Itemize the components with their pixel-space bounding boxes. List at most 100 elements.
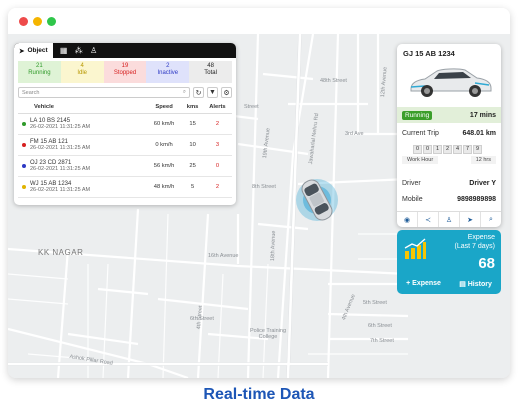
zoom-search-icon[interactable]: ⌕ <box>481 212 501 227</box>
trip-label: Current Trip <box>402 130 439 137</box>
expense-period: (Last 7 days) <box>454 242 495 250</box>
stat-running[interactable]: 21 Running <box>18 61 61 83</box>
expense-title: Expense <box>467 234 495 241</box>
bar-chart-icon <box>404 238 426 259</box>
map-label: 8th Street <box>252 184 276 190</box>
vehicle-detail-card: GJ 15 AB 1234 Running 17 mins Current Tr… <box>397 44 501 227</box>
expense-value: 68 <box>478 255 495 272</box>
kms-cell: 5 <box>182 176 203 198</box>
odometer-digit: 9 <box>473 145 482 154</box>
stat-count: 4 <box>80 63 84 69</box>
minimize-window-dot[interactable] <box>33 17 42 26</box>
alerts-cell: 2 <box>202 176 232 198</box>
search-toolbar: Search ⌕ ↻ ▼ ⚙ <box>18 87 232 98</box>
column-header-speed[interactable]: Speed <box>145 102 183 114</box>
panel-tabs: ➤ Object ▦ ⁂ ♙ <box>14 43 236 58</box>
navigate-arrow-icon[interactable]: ➤ <box>460 212 481 227</box>
maximize-window-dot[interactable] <box>47 17 56 26</box>
odometer-digit: 0 <box>413 145 422 154</box>
vehicle-table: Vehicle Speed kms Alerts LA 10 BS 2145 26… <box>18 102 232 198</box>
table-row[interactable]: FM 15 AB 121 26-02-2021 11:31:25 AM 0 km/… <box>18 134 232 156</box>
stat-count: 2 <box>166 63 170 69</box>
map-label: 16th Avenue <box>208 253 239 259</box>
mobile-label: Mobile <box>402 196 423 203</box>
map-label: 48th Street <box>320 78 347 84</box>
driver-label: Driver <box>402 180 421 187</box>
expense-label: Expense (Last 7 days) <box>455 234 495 252</box>
history-button[interactable]: ▤ History <box>459 280 492 288</box>
map-label: 5th Street <box>363 300 387 306</box>
stat-label: Idle <box>77 70 88 77</box>
map-label: KK NAGAR <box>38 248 84 257</box>
tab-object[interactable]: ➤ Object <box>14 43 53 58</box>
vehicle-cell: OJ 23 CD 2871 26-02-2021 11:31:25 AM <box>18 155 146 177</box>
stat-count: 19 <box>121 63 129 69</box>
driver-person-icon[interactable]: ♙ <box>439 212 460 227</box>
table-row[interactable]: WJ 15 AB 1234 26-02-2021 11:31:25 AM 48 k… <box>18 176 232 198</box>
kms-cell: 10 <box>182 134 203 156</box>
vehicle-plate-title: GJ 15 AB 1234 <box>403 49 455 58</box>
odometer: 0 0 1 2 4 7 9 <box>413 145 482 154</box>
filter-icon[interactable]: ▼ <box>207 87 218 98</box>
driver-row: Driver Driver Y <box>402 180 496 187</box>
column-header-vehicle[interactable]: Vehicle <box>18 102 146 114</box>
speed-cell: 48 km/h <box>145 176 183 198</box>
document-icon: ▤ <box>459 280 468 288</box>
alerts-cell: 2 <box>202 113 232 135</box>
person-icon[interactable]: ♙ <box>90 46 98 55</box>
share-icon[interactable]: ≺ <box>418 212 439 227</box>
odometer-digit: 2 <box>443 145 452 154</box>
expense-actions: + Expense ▤ History <box>397 277 501 290</box>
table-row[interactable]: LA 10 BS 2145 26-02-2021 11:31:25 AM 60 k… <box>18 113 232 135</box>
add-expense-button[interactable]: + Expense <box>406 280 441 287</box>
status-summary: 21 Running 4 Idle 19 Stopped 2 Inactive … <box>18 61 232 83</box>
table-header: Vehicle Speed kms Alerts <box>18 102 232 114</box>
status-duration: 17 mins <box>469 111 496 119</box>
map-label: 3rd Ave <box>345 131 364 137</box>
status-badge: Running <box>402 110 433 120</box>
view-eye-icon[interactable]: ◉ <box>397 212 418 227</box>
vehicle-datetime: 26-02-2021 11:31:25 AM <box>30 144 91 151</box>
car-image-icon <box>410 68 492 97</box>
caption: Real-time Data <box>203 386 315 403</box>
column-header-alerts[interactable]: Alerts <box>202 102 232 114</box>
vehicle-datetime: 26-02-2021 11:31:25 AM <box>30 123 91 130</box>
grid-icon[interactable]: ⁂ <box>75 46 83 55</box>
speed-cell: 56 km/h <box>145 155 183 177</box>
building-icon[interactable]: ▦ <box>60 46 68 55</box>
kms-cell: 25 <box>182 155 203 177</box>
stat-label: Running <box>28 70 51 77</box>
search-input[interactable]: Search ⌕ <box>18 87 190 98</box>
stat-idle[interactable]: 4 Idle <box>60 61 104 83</box>
stat-total[interactable]: 48 Total <box>189 61 232 83</box>
map-label: Street <box>244 104 259 110</box>
add-expense-label: Expense <box>412 280 441 287</box>
object-panel: ➤ Object ▦ ⁂ ♙ 21 Running 4 Idle 19 Stop… <box>14 43 236 205</box>
odometer-digit: 1 <box>433 145 442 154</box>
alerts-cell: 3 <box>202 134 232 156</box>
map-label: Police Training College <box>249 328 287 340</box>
map-label: 7th Street <box>370 338 394 344</box>
vehicle-cell: FM 15 AB 121 26-02-2021 11:31:25 AM <box>18 134 146 156</box>
stat-stopped[interactable]: 19 Stopped <box>103 61 147 83</box>
vehicle-datetime: 26-02-2021 11:31:25 AM <box>30 165 91 172</box>
close-window-dot[interactable] <box>19 17 28 26</box>
card-actions: ◉ ≺ ♙ ➤ ⌕ <box>397 211 501 227</box>
status-bar: Running 17 mins <box>397 107 501 123</box>
current-trip-row: Current Trip 648.01 km <box>402 130 496 137</box>
status-dot <box>22 121 26 126</box>
vehicle-datetime: 26-02-2021 11:31:25 AM <box>30 186 91 193</box>
navigation-arrow-icon: ➤ <box>19 47 25 55</box>
stat-inactive[interactable]: 2 Inactive <box>146 61 190 83</box>
table-row[interactable]: OJ 23 CD 2871 26-02-2021 11:31:25 AM 56 k… <box>18 155 232 177</box>
column-header-kms[interactable]: kms <box>182 102 203 114</box>
settings-gear-icon[interactable]: ⚙ <box>221 87 232 98</box>
stat-label: Total <box>204 70 217 77</box>
status-dot <box>22 142 26 147</box>
stat-count: 21 <box>36 63 43 69</box>
vehicle-marker-icon[interactable] <box>293 170 343 230</box>
refresh-icon[interactable]: ↻ <box>193 87 204 98</box>
work-hour-value: 12 hrs <box>470 156 496 164</box>
vehicle-cell: WJ 15 AB 1234 26-02-2021 11:31:25 AM <box>18 176 146 198</box>
status-dot <box>22 163 26 168</box>
